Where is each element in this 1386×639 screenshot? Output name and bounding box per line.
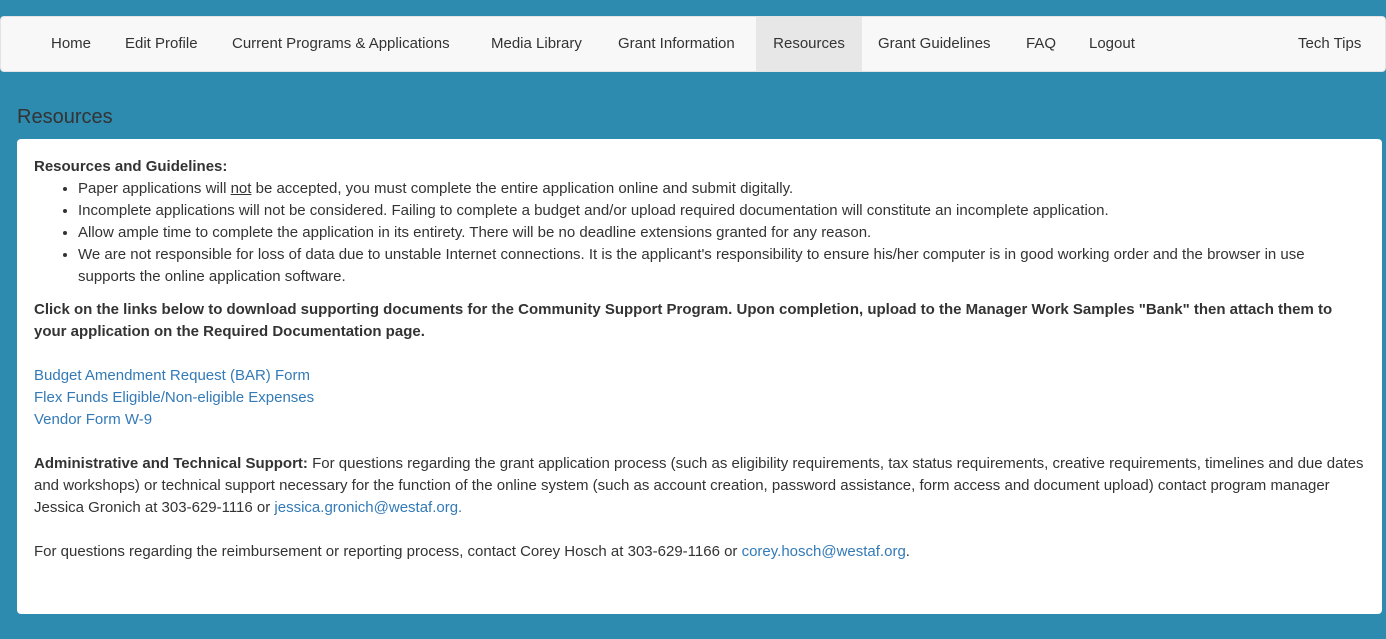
download-instructions: Click on the links below to download sup… bbox=[34, 301, 1333, 340]
nav-home[interactable]: Home bbox=[35, 17, 107, 71]
bar-form-link[interactable]: Budget Amendment Request (BAR) Form bbox=[34, 365, 1364, 387]
top-navbar: Home Edit Profile Current Programs & App… bbox=[0, 16, 1386, 72]
nav-grant-information[interactable]: Grant Information bbox=[602, 17, 751, 71]
resources-panel: Resources and Guidelines: Paper applicat… bbox=[17, 139, 1382, 614]
guidelines-list: Paper applications will not be accepted,… bbox=[34, 178, 1364, 288]
guidelines-heading: Resources and Guidelines: bbox=[34, 158, 228, 175]
nav-grant-guidelines[interactable]: Grant Guidelines bbox=[862, 17, 1007, 71]
nav-faq[interactable]: FAQ bbox=[1010, 17, 1072, 71]
nav-logout[interactable]: Logout bbox=[1073, 17, 1151, 71]
nav-current-programs[interactable]: Current Programs & Applications bbox=[216, 17, 466, 71]
flex-funds-link[interactable]: Flex Funds Eligible/Non-eligible Expense… bbox=[34, 387, 1364, 409]
guideline-emphasis: not bbox=[230, 180, 252, 197]
guideline-text: Paper applications will bbox=[78, 180, 231, 197]
support-heading: Administrative and Technical Support: bbox=[34, 455, 308, 472]
guideline-item: Allow ample time to complete the applica… bbox=[78, 222, 1364, 244]
support-paragraph: Administrative and Technical Support: Fo… bbox=[34, 453, 1364, 519]
reimbursement-paragraph: For questions regarding the reimbursemen… bbox=[34, 541, 1364, 563]
guideline-item: Paper applications will not be accepted,… bbox=[78, 178, 1364, 200]
document-links: Budget Amendment Request (BAR) Form Flex… bbox=[34, 365, 1364, 431]
corey-email-link[interactable]: corey.hosch@westaf.org bbox=[742, 543, 906, 560]
reimbursement-text: For questions regarding the reimbursemen… bbox=[34, 543, 742, 560]
reimbursement-suffix: . bbox=[905, 543, 910, 560]
nav-edit-profile[interactable]: Edit Profile bbox=[109, 17, 214, 71]
guideline-item: We are not responsible for loss of data … bbox=[78, 244, 1364, 288]
guideline-item: Incomplete applications will not be cons… bbox=[78, 200, 1364, 222]
panel-content: Resources and Guidelines: Paper applicat… bbox=[34, 156, 1364, 563]
page-title: Resources bbox=[17, 106, 113, 128]
nav-tech-tips[interactable]: Tech Tips bbox=[1282, 17, 1377, 71]
nav-media-library[interactable]: Media Library bbox=[475, 17, 598, 71]
guideline-text: be accepted, you must complete the entir… bbox=[251, 180, 794, 197]
vendor-w9-link[interactable]: Vendor Form W-9 bbox=[34, 409, 1364, 431]
nav-resources[interactable]: Resources bbox=[756, 17, 862, 71]
jessica-email-link[interactable]: jessica.gronich@westaf.org. bbox=[274, 499, 462, 516]
